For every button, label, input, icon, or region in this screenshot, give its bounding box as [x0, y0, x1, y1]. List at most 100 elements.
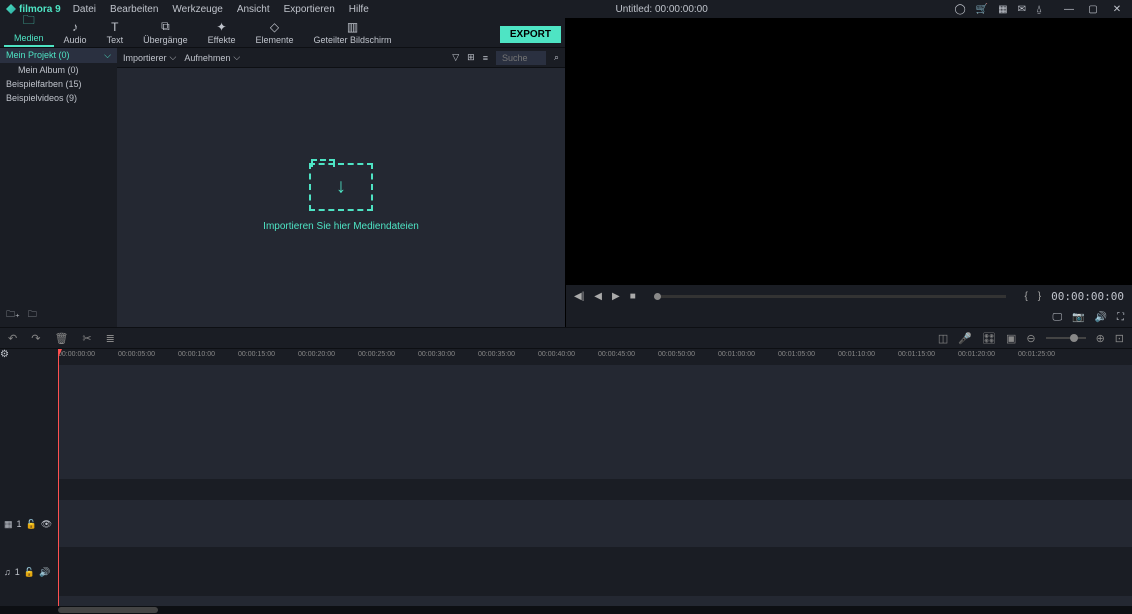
tab-elemente[interactable]: ◇Elemente [245, 18, 303, 47]
titlebar: filmora 9 Datei Bearbeiten Werkzeuge Ans… [0, 0, 1132, 18]
import-folder-icon[interactable]: 🗀 [28, 307, 37, 323]
sidebar-item-mein-projekt[interactable]: Mein Projekt (0)⌵ [0, 48, 117, 63]
ruler-mark: 00:00:10:00 [178, 351, 215, 358]
video-track-header[interactable]: ▦ 1 🔓 👁 [0, 500, 58, 548]
minimize-button[interactable]: — [1060, 2, 1078, 16]
mail-icon[interactable]: ✉ [1018, 4, 1026, 15]
tab-medien[interactable]: 🗀Medien [4, 9, 54, 47]
mic-icon[interactable]: 🎤 [958, 332, 972, 345]
tab-audio[interactable]: ♪Audio [54, 18, 97, 47]
drop-text: Importieren Sie hier Mediendateien [263, 221, 419, 232]
timeline-ruler[interactable]: 00:00:00:0000:00:05:0000:00:10:0000:00:1… [58, 349, 1132, 365]
progress-handle[interactable] [654, 293, 661, 300]
user-icon[interactable]: ◯ [955, 4, 966, 15]
mark-out-button[interactable]: } [1038, 291, 1041, 302]
effects-icon: ✦ [217, 20, 227, 34]
notification-icon[interactable]: ⍙ [1036, 4, 1042, 15]
add-folder-icon[interactable]: 🗀₊ [6, 307, 20, 323]
audio-track[interactable] [58, 548, 1132, 596]
mark-in-button[interactable]: { [1024, 291, 1027, 302]
display-icon[interactable]: 🖵 [1052, 312, 1062, 323]
snapshot-icon[interactable]: 📷 [1072, 312, 1084, 323]
menu-bearbeiten[interactable]: Bearbeiten [110, 4, 158, 15]
tab-geteilter-bildschirm[interactable]: ▥Geteilter Bildschirm [304, 18, 402, 47]
media-toolbar: Importierer⌵ Aufnehmen⌵ ▽ ⊞ ≡ ⌕ [117, 48, 565, 68]
ruler-mark: 00:01:25:00 [1018, 351, 1055, 358]
music-icon: ♪ [72, 20, 78, 34]
preview-panel: ◀| ◀ ▶ ■ { } 00:00:00:00 🖵 📷 🔊 ⛶ [566, 18, 1132, 327]
sort-icon[interactable]: ≡ [483, 53, 488, 63]
ruler-mark: 00:00:20:00 [298, 351, 335, 358]
ruler-mark: 00:01:20:00 [958, 351, 995, 358]
tab-text[interactable]: TText [97, 18, 134, 47]
preview-video[interactable] [566, 18, 1132, 285]
ruler-mark: 00:00:40:00 [538, 351, 575, 358]
tab-effekte[interactable]: ✦Effekte [198, 18, 246, 47]
filter-icon[interactable]: ▽ [452, 52, 459, 63]
render-icon[interactable]: ▣ [1006, 332, 1016, 345]
zoom-fit-button[interactable]: ⊡ [1115, 332, 1124, 345]
fit-icon[interactable]: ⛶ [1117, 312, 1124, 323]
prev-frame-button[interactable]: ◀| [574, 291, 584, 302]
sidebar-item-beispielvideos[interactable]: Beispielvideos (9) [0, 91, 117, 105]
settings-icon[interactable]: ⚙ [0, 349, 58, 365]
ruler-mark: 00:00:25:00 [358, 351, 395, 358]
window-title: Untitled: 00:00:00:00 [369, 4, 955, 15]
sidebar-item-beispielfarben[interactable]: Beispielfarben (15) [0, 77, 117, 91]
ruler-mark: 00:00:45:00 [598, 351, 635, 358]
mute-icon[interactable]: 🔊 [39, 567, 50, 578]
close-button[interactable]: ✕ [1108, 2, 1126, 16]
delete-button[interactable]: 🗑 [54, 332, 68, 345]
marker-icon[interactable]: ◫ [938, 332, 948, 345]
menu-hilfe[interactable]: Hilfe [349, 4, 369, 15]
zoom-out-button[interactable]: ⊖ [1026, 332, 1035, 345]
download-arrow-icon: ↓ [336, 176, 346, 199]
sidebar-item-mein-album[interactable]: Mein Album (0) [0, 63, 117, 77]
chevron-down-icon: ⌵ [233, 52, 240, 63]
transition-icon: ⧉ [161, 19, 170, 34]
mixer-icon[interactable]: 🎛 [982, 332, 996, 345]
split-icon: ▥ [347, 20, 358, 34]
grid-view-icon[interactable]: ⊞ [467, 52, 475, 63]
horizontal-scrollbar[interactable] [0, 606, 1132, 614]
search-icon[interactable]: ⌕ [554, 52, 559, 63]
menu-datei[interactable]: Datei [73, 4, 96, 15]
undo-button[interactable]: ↶ [8, 332, 17, 345]
scrollbar-thumb[interactable] [58, 607, 158, 613]
split-button[interactable]: ✂ [82, 332, 91, 345]
maximize-button[interactable]: ▢ [1084, 2, 1102, 16]
search-input[interactable] [496, 51, 546, 65]
ruler-mark: 00:00:50:00 [658, 351, 695, 358]
menu-ansicht[interactable]: Ansicht [237, 4, 270, 15]
timeline-toolbar: ↶ ↷ 🗑 ✂ ≣ ◫ 🎤 🎛 ▣ ⊖ ⊕ ⊡ [0, 327, 1132, 349]
play-button[interactable]: ▶ [612, 291, 620, 302]
progress-bar[interactable] [654, 295, 1007, 298]
track-headers: ⚙ ▦ 1 🔓 👁 ♫ 1 🔓 🔊 [0, 349, 58, 606]
redo-button[interactable]: ↷ [31, 332, 40, 345]
import-drop-zone[interactable]: ↓ Importieren Sie hier Mediendateien [117, 68, 565, 327]
zoom-in-button[interactable]: ⊕ [1096, 332, 1105, 345]
video-track[interactable] [58, 500, 1132, 548]
timeline-tracks[interactable]: 00:00:00:0000:00:05:0000:00:10:0000:00:1… [58, 349, 1132, 606]
edit-button[interactable]: ≣ [106, 332, 115, 345]
lock-icon[interactable]: 🔓 [24, 567, 35, 578]
ruler-mark: 00:01:00:00 [718, 351, 755, 358]
stop-button[interactable]: ■ [630, 291, 636, 302]
audio-track-header[interactable]: ♫ 1 🔓 🔊 [0, 548, 58, 596]
export-button[interactable]: EXPORT [500, 26, 561, 43]
zoom-handle[interactable] [1070, 334, 1078, 342]
cart-icon[interactable]: 🛒 [976, 4, 988, 15]
record-dropdown[interactable]: Aufnehmen⌵ [184, 52, 240, 63]
volume-icon[interactable]: 🔊 [1095, 312, 1107, 323]
menu-exportieren[interactable]: Exportieren [284, 4, 335, 15]
tab-uebergaenge[interactable]: ⧉Übergänge [133, 17, 198, 47]
playhead[interactable] [58, 349, 59, 606]
zoom-slider[interactable] [1046, 337, 1086, 339]
eye-icon[interactable]: 👁 [41, 519, 52, 530]
activity-icon[interactable]: ▦ [998, 4, 1007, 15]
play-reverse-button[interactable]: ◀ [594, 291, 602, 302]
empty-track-area[interactable] [58, 365, 1132, 480]
lock-icon[interactable]: 🔓 [26, 519, 37, 530]
menu-werkzeuge[interactable]: Werkzeuge [172, 4, 222, 15]
importer-dropdown[interactable]: Importierer⌵ [123, 52, 176, 63]
